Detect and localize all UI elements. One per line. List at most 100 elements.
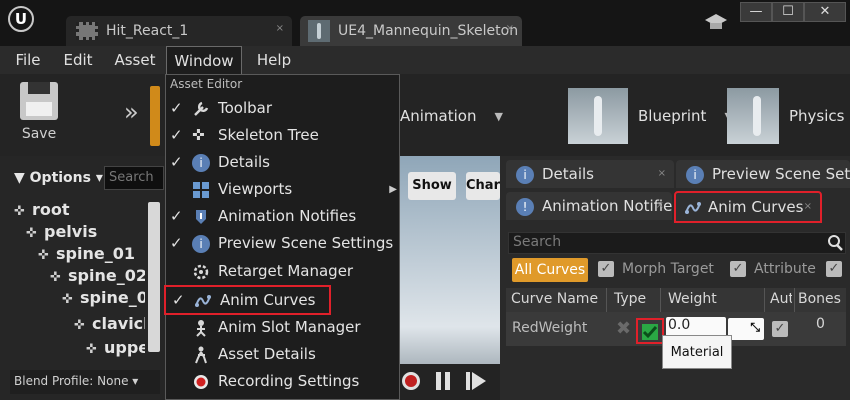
- wrench-icon: [194, 101, 209, 116]
- morph-target-filter[interactable]: ✓ Morph Target: [598, 261, 714, 277]
- menu-item-label: Skeleton Tree: [218, 126, 319, 144]
- column-header-bones[interactable]: Bones: [798, 291, 841, 307]
- tab-label: Preview Scene Settings: [712, 165, 850, 183]
- tree-label: upperarm_l: [104, 338, 145, 357]
- tab-ue4-mannequin-skeleton[interactable]: UE4_Mannequin_Skeleton ×: [300, 16, 522, 46]
- menu-asset[interactable]: Asset: [106, 46, 164, 74]
- tab-details[interactable]: i Details ×: [506, 160, 674, 188]
- skeleton-search-input[interactable]: Search: [104, 166, 164, 190]
- all-curves-filter-button[interactable]: All Curves: [512, 258, 588, 282]
- menu-item-recording-settings[interactable]: Recording Settings: [166, 368, 399, 395]
- column-header-auto[interactable]: Auto: [770, 291, 792, 307]
- play-icon[interactable]: [472, 372, 486, 390]
- checkmark-icon: ✓: [170, 153, 183, 171]
- skeleton-tree-panel: ▼ Options ▾ Search ✜ root ✜ pelvis ✜ spine_…: [0, 156, 165, 400]
- blend-profile-selector[interactable]: Blend Profile: None ▾: [10, 370, 160, 394]
- tooltip: Material: [662, 335, 732, 369]
- close-tab-icon[interactable]: ×: [656, 192, 664, 220]
- morph-type-icon[interactable]: ✖: [616, 318, 631, 339]
- save-label: Save: [21, 126, 57, 142]
- column-header-curve-name[interactable]: Curve Name: [511, 291, 598, 307]
- close-tab-icon[interactable]: ×: [276, 23, 284, 34]
- attribute-filter[interactable]: ✓ Attribute: [730, 261, 816, 277]
- mode-animation[interactable]: Animation ▼: [400, 88, 503, 144]
- info-icon: i: [192, 154, 210, 172]
- extra-filter[interactable]: ✓: [826, 261, 850, 277]
- menu-file[interactable]: File: [0, 46, 56, 74]
- tab-preview-scene-settings[interactable]: i Preview Scene Settings: [676, 160, 850, 188]
- column-header-weight[interactable]: Weight: [668, 291, 717, 307]
- menu-item-toolbar[interactable]: ✓ Toolbar: [166, 95, 399, 122]
- menu-item-anim-curves[interactable]: ✓ Anim Curves: [164, 285, 331, 315]
- filter-label: Attribute: [754, 261, 816, 277]
- mode-physics[interactable]: Physics: [727, 88, 844, 144]
- tab-label: Hit_React_1: [106, 23, 189, 39]
- menu-window[interactable]: Window: [166, 46, 242, 74]
- tree-node-root[interactable]: ✜ root: [14, 200, 70, 219]
- maximize-button[interactable]: ☐: [772, 2, 804, 22]
- tree-node-upperarm[interactable]: ✜ upperarm_l: [86, 338, 145, 357]
- menu-item-retarget-manager[interactable]: Retarget Manager: [166, 258, 399, 285]
- menu-item-label: Viewports: [218, 180, 293, 198]
- slot-icon: [196, 320, 206, 337]
- tree-scrollbar[interactable]: [148, 202, 160, 352]
- info-icon: i: [686, 165, 704, 184]
- tree-label: pelvis: [44, 222, 98, 241]
- character-button[interactable]: Character: [466, 172, 500, 200]
- graduation-cap-icon[interactable]: [704, 12, 728, 34]
- menu-item-label: Asset Details: [218, 345, 316, 363]
- tab-anim-curves[interactable]: Anim Curves ×: [674, 191, 822, 223]
- menu-help[interactable]: Help: [248, 46, 300, 74]
- checkbox-icon[interactable]: ✓: [598, 261, 614, 277]
- viewport[interactable]: Show Character: [400, 156, 500, 400]
- column-divider: [794, 288, 795, 312]
- tree-node-spine-01[interactable]: ✜ spine_01: [38, 244, 135, 263]
- material-type-toggle[interactable]: [636, 318, 664, 344]
- title-bar: U Hit_React_1 × UE4_Mannequin_Skeleton ×…: [0, 0, 850, 46]
- tree-node-pelvis[interactable]: ✜ pelvis: [26, 222, 97, 241]
- column-header-type[interactable]: Type: [614, 291, 646, 307]
- pause-icon[interactable]: [436, 372, 441, 390]
- weight-slider[interactable]: ⤡: [728, 318, 764, 340]
- anim-sequence-icon: [76, 22, 98, 40]
- menu-item-preview-scene-settings[interactable]: ✓ i Preview Scene Settings: [166, 230, 399, 257]
- close-tab-icon[interactable]: ×: [804, 193, 812, 221]
- menu-item-details[interactable]: ✓ i Details: [166, 149, 399, 176]
- minimize-button[interactable]: —: [740, 2, 772, 22]
- menu-item-asset-details[interactable]: Asset Details: [166, 341, 399, 368]
- auto-checkbox[interactable]: ✓: [772, 320, 788, 337]
- mode-blueprint[interactable]: Blueprint ▼: [568, 88, 733, 144]
- toolbar-overflow-icon[interactable]: »: [124, 98, 139, 126]
- checkbox-icon[interactable]: ✓: [730, 261, 746, 277]
- physics-mode-icon: [727, 88, 779, 144]
- search-icon[interactable]: [826, 234, 844, 252]
- close-tab-icon[interactable]: ×: [658, 160, 666, 188]
- filter-label: Morph Target: [622, 261, 714, 277]
- show-button[interactable]: Show: [408, 172, 456, 200]
- menu-item-animation-notifies[interactable]: ✓ Animation Notifies: [166, 203, 399, 230]
- material-check-icon: [642, 324, 658, 340]
- close-tab-icon[interactable]: ×: [506, 23, 514, 34]
- tab-hit-react[interactable]: Hit_React_1 ×: [66, 16, 292, 46]
- curve-search-input[interactable]: Search: [508, 232, 846, 254]
- close-window-button[interactable]: ✕: [804, 2, 846, 22]
- tree-node-spine-02[interactable]: ✜ spine_02: [50, 266, 145, 285]
- menu-item-skeleton-tree[interactable]: ✓ ✜ Skeleton Tree: [166, 122, 399, 149]
- step-forward-icon[interactable]: [466, 372, 470, 390]
- menu-item-anim-slot-manager[interactable]: Anim Slot Manager: [166, 314, 399, 341]
- menu-edit[interactable]: Edit: [56, 46, 100, 74]
- tree-node-spine-03[interactable]: ✜ spine_03: [62, 288, 145, 307]
- bone-icon: ✜: [26, 226, 37, 241]
- menu-item-viewports[interactable]: Viewports ▶: [166, 176, 399, 203]
- record-icon[interactable]: [402, 372, 420, 390]
- checkbox-icon: ✓: [772, 321, 788, 337]
- save-button[interactable]: Save: [10, 82, 68, 150]
- checkbox-icon[interactable]: ✓: [826, 261, 842, 277]
- options-dropdown[interactable]: ▼ Options ▾: [14, 170, 103, 186]
- tab-animation-notifies[interactable]: ! Animation Notifies ×: [506, 192, 672, 220]
- pause-icon: [445, 372, 450, 390]
- chevron-down-icon[interactable]: ▼: [494, 110, 502, 123]
- tree-node-clavicle[interactable]: ✜ clavicle_l: [74, 314, 145, 333]
- mode-blueprint-label: Blueprint: [638, 107, 707, 125]
- checkmark-icon: ✓: [170, 207, 183, 225]
